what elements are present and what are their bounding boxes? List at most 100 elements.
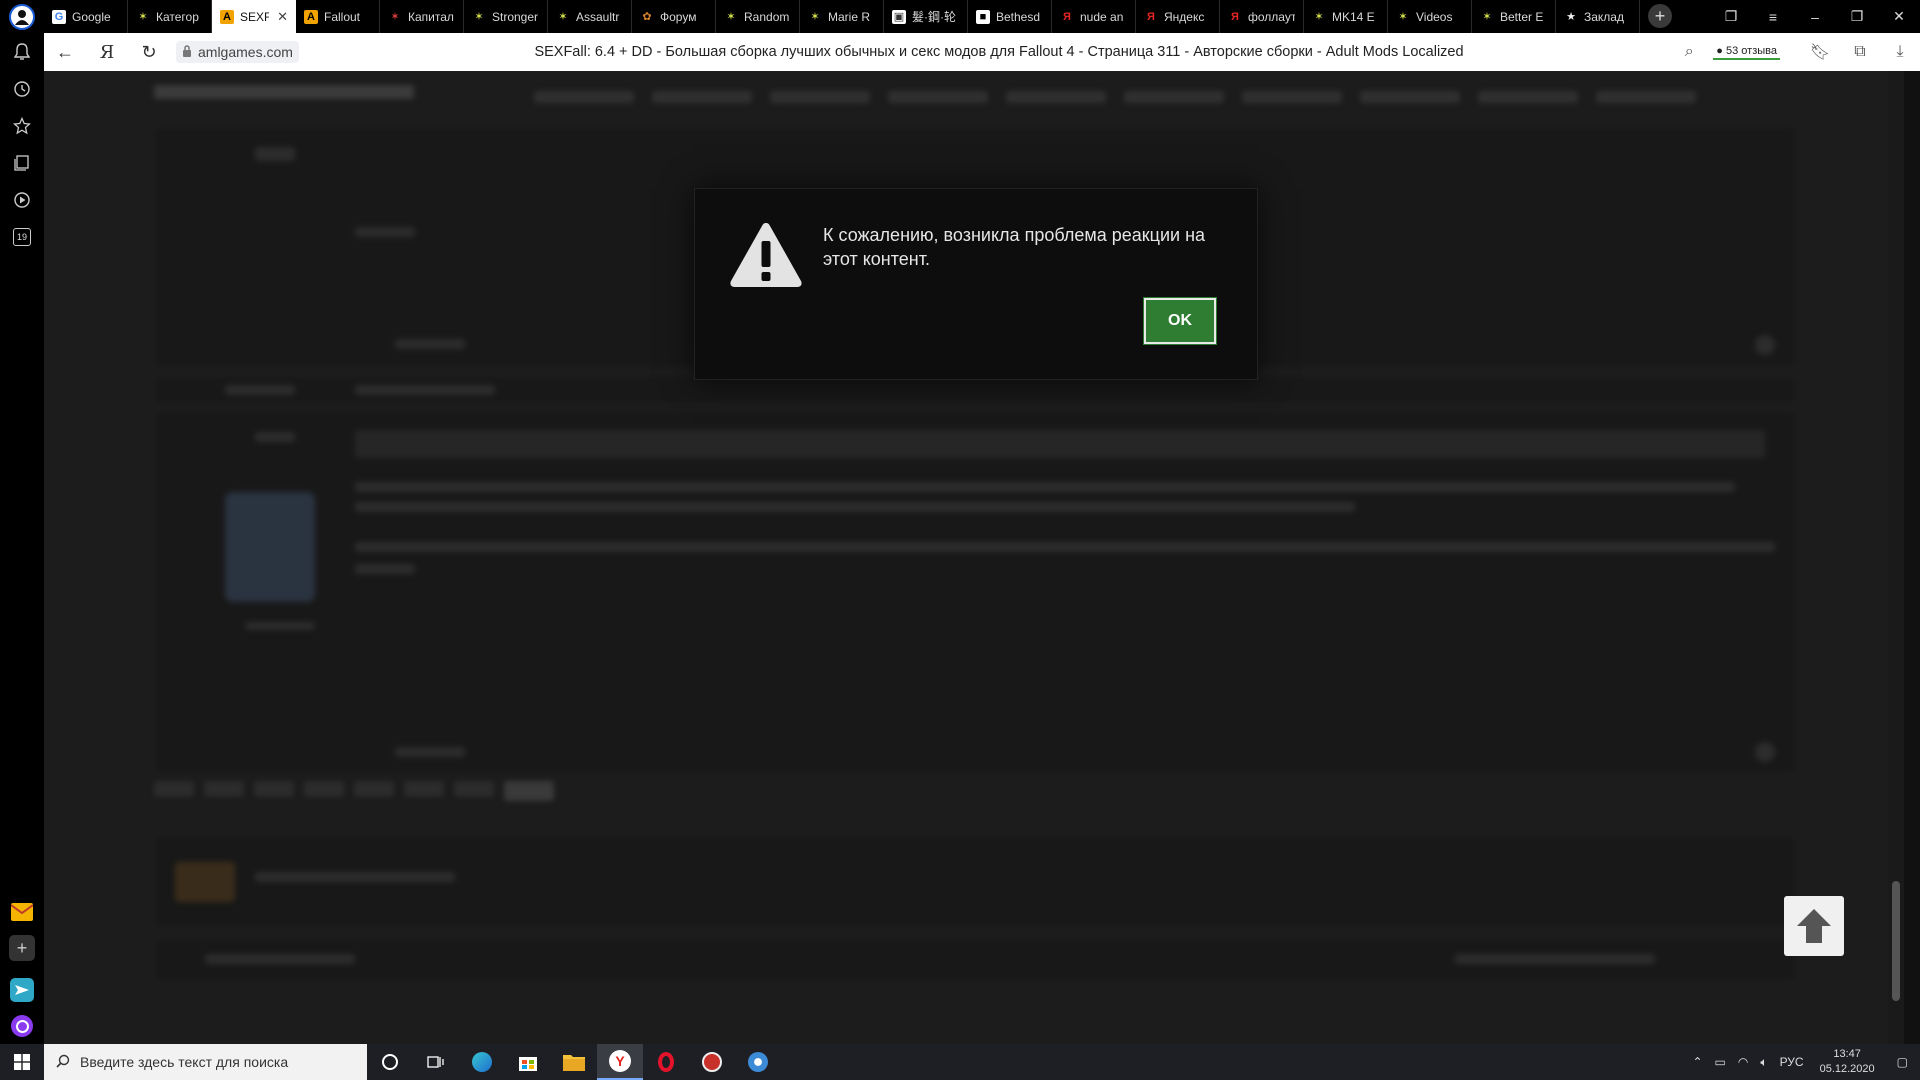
new-tab-button[interactable]: + — [1648, 4, 1672, 28]
app-globe-icon[interactable] — [735, 1044, 781, 1080]
bookmark-icon[interactable]: 🔖︎ — [1800, 42, 1840, 62]
volume-icon[interactable]: 🔈︎ — [1754, 1055, 1773, 1070]
app-red-icon[interactable] — [689, 1044, 735, 1080]
tab-9[interactable]: ✶ Marie R — [800, 0, 884, 33]
add-panel-icon[interactable]: + — [0, 930, 44, 966]
minimize-button[interactable]: – — [1794, 9, 1836, 25]
footer-bar — [154, 939, 1796, 981]
bethesda-icon: ■ — [976, 9, 990, 24]
yandex-icon: Я — [1063, 10, 1071, 23]
restore-button[interactable]: ❐ — [1836, 8, 1878, 25]
site-header — [154, 77, 1794, 119]
warning-icon — [729, 221, 803, 294]
profile-button[interactable] — [0, 0, 44, 33]
video-play-icon[interactable] — [0, 181, 44, 218]
opera-icon[interactable] — [643, 1044, 689, 1080]
menu-icon[interactable]: ≡ — [1752, 9, 1794, 25]
tab-label: Форум — [660, 9, 697, 24]
tab-10[interactable]: ▣ 髮·鋼·轮 — [884, 0, 968, 33]
ok-button[interactable]: OK — [1143, 297, 1217, 345]
notification-center-icon[interactable]: ▢ — [1885, 1055, 1920, 1069]
yandex-home-icon[interactable]: Я — [86, 42, 128, 63]
tab-4[interactable]: ✶ Капитал — [380, 0, 464, 33]
comment-icon: ● — [1716, 45, 1723, 57]
tray-device-icon[interactable]: ▭ — [1709, 1055, 1732, 1069]
tab-8[interactable]: ✶ Random — [716, 0, 800, 33]
history-clock-icon[interactable] — [0, 70, 44, 107]
bookmarks-star-icon[interactable] — [0, 107, 44, 144]
tab-label: SEXFa — [240, 9, 270, 24]
tab-label: Категор — [156, 9, 199, 24]
clock-time: 13:47 — [1833, 1048, 1861, 1060]
collections-icon[interactable] — [0, 144, 44, 181]
moddb-icon: ✶ — [810, 11, 820, 23]
search-icon — [56, 1054, 70, 1071]
reviews-badge[interactable]: ● 53 отзыва — [1713, 44, 1780, 60]
scrollbar-thumb[interactable] — [1892, 881, 1900, 1001]
page-scrollbar[interactable] — [1888, 71, 1904, 1044]
close-window-button[interactable]: ✕ — [1878, 8, 1920, 25]
tab-14[interactable]: Яфоллаут — [1220, 0, 1304, 33]
windows-taskbar: Введите здесь текст для поиска Y ⌃ ▭ ◠ 🔈… — [0, 1044, 1920, 1080]
tab-16[interactable]: ✶ Videos — [1388, 0, 1472, 33]
cortana-icon[interactable] — [367, 1044, 413, 1080]
clock[interactable]: 13:47 05.12.2020 — [1810, 1047, 1885, 1077]
scroll-to-top-button[interactable] — [1784, 896, 1844, 956]
url-field[interactable]: amlgames.com — [176, 41, 299, 63]
yandex-browser-taskbar-icon[interactable]: Y — [597, 1044, 643, 1080]
tab-3[interactable]: A Fallout — [296, 0, 380, 33]
user-avatar-icon — [9, 3, 35, 30]
tab-label: Fallout — [324, 9, 361, 24]
network-icon[interactable]: ◠ — [1732, 1055, 1754, 1069]
notifications-bell-icon[interactable] — [0, 33, 44, 70]
tab-list: G Google ✶ Категор A SEXFa ✕ A Fallout ✶ Капитал ✶ S… — [44, 0, 1640, 33]
moddb-red-icon: ✶ — [390, 11, 400, 23]
tab-13[interactable]: Я Яндекс — [1136, 0, 1220, 33]
arrow-up-icon — [1797, 909, 1831, 943]
edge-browser-icon[interactable] — [459, 1044, 505, 1080]
tab-label: MK14 E — [1332, 9, 1375, 24]
tab-11[interactable]: ■ Bethesd — [968, 0, 1052, 33]
tab-0[interactable]: G Google — [44, 0, 128, 33]
tab-manager-icon[interactable]: ❐ — [1710, 8, 1752, 25]
tab-15[interactable]: ✶ MK14 E — [1304, 0, 1388, 33]
tab-6[interactable]: ✶ Assaultr — [548, 0, 632, 33]
tab-label: Заклад — [1584, 9, 1624, 24]
tab-label: Stronger — [492, 9, 539, 24]
moddb-icon: ✶ — [726, 11, 736, 23]
window-controls: ❐ ≡ – ❐ ✕ — [1710, 0, 1920, 33]
downloads-icon[interactable]: ⤓ — [1880, 43, 1920, 61]
browser-sidebar: 19 + — [0, 33, 44, 1044]
tab-2[interactable]: A SEXFa ✕ — [212, 0, 296, 33]
alice-assistant-icon[interactable] — [0, 1008, 44, 1044]
tab-1[interactable]: ✶ Категор — [128, 0, 212, 33]
calendar-icon[interactable]: 19 — [0, 218, 44, 255]
store-icon[interactable] — [505, 1044, 551, 1080]
tab-5[interactable]: ✶ Stronger — [464, 0, 548, 33]
language-indicator[interactable]: РУС — [1774, 1055, 1810, 1069]
tab-label: Bethesd — [996, 9, 1041, 24]
back-button[interactable]: ← — [44, 42, 86, 63]
pagination — [154, 781, 554, 801]
taskbar-search[interactable]: Введите здесь текст для поиска — [44, 1044, 367, 1080]
tab-7[interactable]: ✿ Форум — [632, 0, 716, 33]
tab-18[interactable]: ★ Заклад — [1556, 0, 1640, 33]
tab-strip: G Google ✶ Категор A SEXFa ✕ A Fallout ✶ Капитал ✶ S… — [0, 0, 1920, 33]
file-explorer-icon[interactable] — [551, 1044, 597, 1080]
site-menu — [534, 91, 1696, 103]
extensions-icon[interactable]: ⧉ — [1840, 43, 1880, 61]
close-tab-icon[interactable]: ✕ — [277, 9, 288, 25]
tab-12[interactable]: Яnude an — [1052, 0, 1136, 33]
tray-chevron-icon[interactable]: ⌃ — [1686, 1055, 1708, 1069]
messenger-icon[interactable] — [0, 972, 44, 1008]
tab-17[interactable]: ✶ Better E — [1472, 0, 1556, 33]
search-page-icon[interactable]: ⌕ — [1669, 43, 1709, 61]
system-tray: ⌃ ▭ ◠ 🔈︎ РУС 13:47 05.12.2020 ▢ — [1686, 1044, 1920, 1080]
tab-label: Better E — [1500, 9, 1544, 24]
start-button[interactable] — [0, 1044, 44, 1080]
yandex-icon: Я — [1231, 10, 1239, 23]
mail-icon[interactable] — [0, 894, 44, 930]
reload-button[interactable]: ↻ — [128, 42, 170, 63]
moddb-icon: ✶ — [138, 11, 148, 23]
task-view-icon[interactable] — [413, 1044, 459, 1080]
